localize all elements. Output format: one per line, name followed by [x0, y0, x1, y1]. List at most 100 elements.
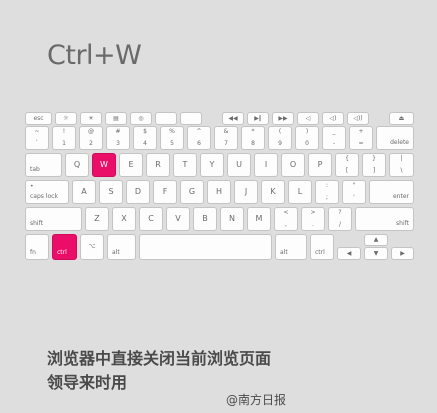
volume-up-icon: ◁)) [353, 114, 363, 122]
key-enter-label: enter [392, 193, 409, 200]
key-0: ) 0 [295, 126, 319, 150]
key-f1: ☼ [55, 112, 77, 125]
key-i: I [254, 153, 278, 177]
key-i-label: I [264, 160, 268, 169]
key-4-upper: $ [143, 128, 147, 135]
key-l: L [288, 180, 312, 204]
key-alt-right: alt [275, 234, 307, 260]
key-7: & 7 [214, 126, 238, 150]
key-arrow-up: ▲ [364, 234, 388, 246]
arrow-right-icon: ▶ [400, 249, 405, 257]
key-alt-right-label: alt [280, 249, 288, 256]
key-quote: " ' [342, 180, 366, 204]
key-8-lower: 8 [251, 140, 255, 147]
key-arrow-right: ▶ [391, 247, 414, 260]
key-2: @2 [79, 126, 103, 150]
key-f8: ▶‖ [247, 112, 269, 125]
key-s: S [99, 180, 123, 204]
key-p-label: P [317, 160, 323, 169]
key-h-label: H [215, 187, 222, 196]
key-e: E [119, 153, 143, 177]
key-arrow-left: ◀ [337, 247, 361, 260]
key-w: W [92, 153, 116, 177]
key-f6 [180, 112, 202, 125]
key-esc: esc [25, 112, 52, 125]
key-g: G [180, 180, 204, 204]
key-g-label: G [188, 187, 196, 196]
key-ctrl-right-label: ctrl [315, 249, 325, 256]
key-u-label: U [236, 160, 242, 169]
key-x-label: X [121, 214, 127, 223]
source-watermark: @南方日报 [226, 393, 287, 407]
key-ctrl-right: ctrl [310, 234, 334, 260]
key-4: $4 [133, 126, 157, 150]
key-a: A [72, 180, 96, 204]
mute-icon: ◁ [305, 114, 311, 122]
key-semicolon-lower: ; [325, 194, 329, 201]
caption: 浏览器中直接关闭当前浏览页面 领导来时用 [47, 347, 271, 395]
key-f10: ◁ [297, 112, 319, 125]
key-n: N [220, 207, 244, 231]
key-q-label: Q [73, 160, 81, 169]
key-shift-left: shift [25, 207, 82, 231]
key-delete: delete [376, 126, 414, 150]
key-y: Y [200, 153, 224, 177]
key-f5 [155, 112, 177, 125]
rewind-icon: ◀◀ [228, 114, 238, 122]
key-v: V [166, 207, 190, 231]
key-shift-right-label: shift [396, 220, 409, 227]
key-9-lower: 9 [278, 140, 282, 147]
key-right-bracket: }] [362, 153, 386, 177]
key-minus-lower: - [332, 140, 336, 147]
key-6: ^ 6 [187, 126, 211, 150]
key-space [139, 234, 272, 260]
key-enter: enter [369, 180, 414, 204]
key-delete-label: delete [390, 139, 409, 146]
key-f2: ☀ [80, 112, 102, 125]
fast-forward-icon: ▶▶ [278, 114, 288, 122]
dashboard-icon: ◎ [138, 114, 144, 122]
key-quote-upper: " [352, 182, 356, 189]
key-6-upper: ^ [196, 128, 202, 135]
key-f4: ◎ [130, 112, 152, 125]
key-n-label: N [229, 214, 235, 223]
key-ctrl-left: ctrl [52, 234, 77, 260]
key-f11: ◁) [322, 112, 344, 125]
key-1-upper: ! [62, 128, 66, 135]
key-left-bracket-lower: [ [345, 167, 349, 174]
key-3: #3 [106, 126, 130, 150]
key-comma-lower: , [285, 221, 287, 228]
key-backslash-lower: \ [400, 167, 403, 174]
key-6-lower: 6 [197, 140, 201, 147]
key-h: H [207, 180, 231, 204]
key-tab-label: tab [30, 166, 40, 173]
key-t: T [173, 153, 197, 177]
key-1-lower: 1 [62, 140, 66, 147]
key-c: C [139, 207, 163, 231]
key-p: P [308, 153, 332, 177]
key-right-bracket-lower: ] [372, 167, 376, 174]
key-a-label: A [81, 187, 87, 196]
key-4-lower: 4 [143, 140, 147, 147]
key-esc-label: esc [33, 114, 44, 122]
key-quote-lower: ' [353, 194, 355, 201]
key-z-label: Z [94, 214, 100, 223]
key-o-label: O [289, 160, 297, 169]
option-icon: ⌥ [88, 243, 96, 250]
key-period: >. [301, 207, 325, 231]
key-shift-left-label: shift [30, 220, 43, 227]
key-left-bracket-upper: { [345, 155, 349, 162]
key-shift-right: shift [355, 207, 414, 231]
key-t-label: T [182, 160, 188, 169]
key-left-bracket: {[ [335, 153, 359, 177]
key-tilde-upper: ~ [34, 128, 40, 135]
key-minus-upper: _ [332, 128, 336, 135]
key-b-label: B [202, 214, 208, 223]
key-j: J [234, 180, 258, 204]
key-right-bracket-upper: } [372, 155, 376, 162]
key-q: Q [65, 153, 89, 177]
key-arrow-down: ▼ [364, 247, 388, 260]
key-e-label: E [128, 160, 134, 169]
key-j-label: J [244, 187, 248, 196]
key-slash-lower: / [338, 221, 342, 228]
